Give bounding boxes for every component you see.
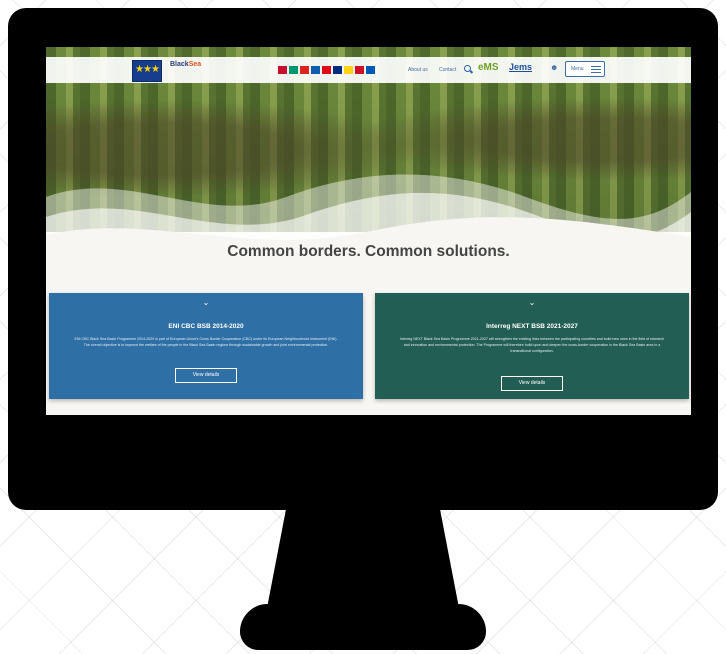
ems-link[interactable]: eMS — [478, 62, 499, 73]
card-interreg-next: ⌄ Interreg NEXT BSB 2021-2027 Interreg N… — [375, 293, 689, 399]
monitor-base — [240, 604, 486, 650]
user-icon[interactable]: ☻ — [550, 63, 558, 73]
nav-contact[interactable]: Contact — [439, 65, 456, 75]
black-sea-logo[interactable]: BlackSea — [170, 61, 210, 79]
view-details-button[interactable]: View details — [175, 368, 237, 383]
card-title: ENI CBC BSB 2014-2020 — [168, 323, 244, 330]
chevron-down-icon[interactable]: ⌄ — [375, 299, 689, 307]
site-header: ★★★ BlackSea About us Contact eMS Jems ☻… — [46, 57, 691, 83]
flag-5[interactable] — [322, 66, 331, 74]
search-icon[interactable] — [464, 65, 471, 72]
card-description: Interreg NEXT Black Sea Basin Programme … — [399, 337, 665, 353]
flag-7[interactable] — [344, 66, 353, 74]
hamburger-icon — [591, 66, 601, 73]
view-details-button[interactable]: View details — [501, 376, 563, 391]
flag-3[interactable] — [300, 66, 309, 74]
chevron-down-icon[interactable]: ⌄ — [49, 299, 363, 307]
card-description: ENI CBC Black Sea Basin Programme 2014-2… — [74, 337, 338, 347]
card-title: Interreg NEXT BSB 2021-2027 — [486, 323, 578, 330]
eu-stars: ★★★ — [135, 64, 160, 75]
jems-link[interactable]: Jems — [509, 62, 532, 72]
flag-2[interactable] — [289, 66, 298, 74]
flag-8[interactable] — [355, 66, 364, 74]
flag-4[interactable] — [311, 66, 320, 74]
menu-button[interactable]: Menu — [565, 61, 605, 77]
eu-flag-logo[interactable]: ★★★ — [132, 60, 162, 82]
menu-label: Menu — [571, 66, 584, 72]
logo-text-accent: Sea — [188, 61, 202, 68]
nav-about-us[interactable]: About us — [408, 65, 428, 75]
flag-9[interactable] — [366, 66, 375, 74]
flag-1[interactable] — [278, 66, 287, 74]
logo-text: Black — [170, 61, 189, 68]
website-screen: ★★★ BlackSea About us Contact eMS Jems ☻… — [46, 47, 691, 415]
flag-6[interactable] — [333, 66, 342, 74]
card-eni-cbc: ⌄ ENI CBC BSB 2014-2020 ENI CBC Black Se… — [49, 293, 363, 399]
page-headline: Common borders. Common solutions. — [227, 243, 510, 260]
country-flags — [278, 66, 375, 74]
